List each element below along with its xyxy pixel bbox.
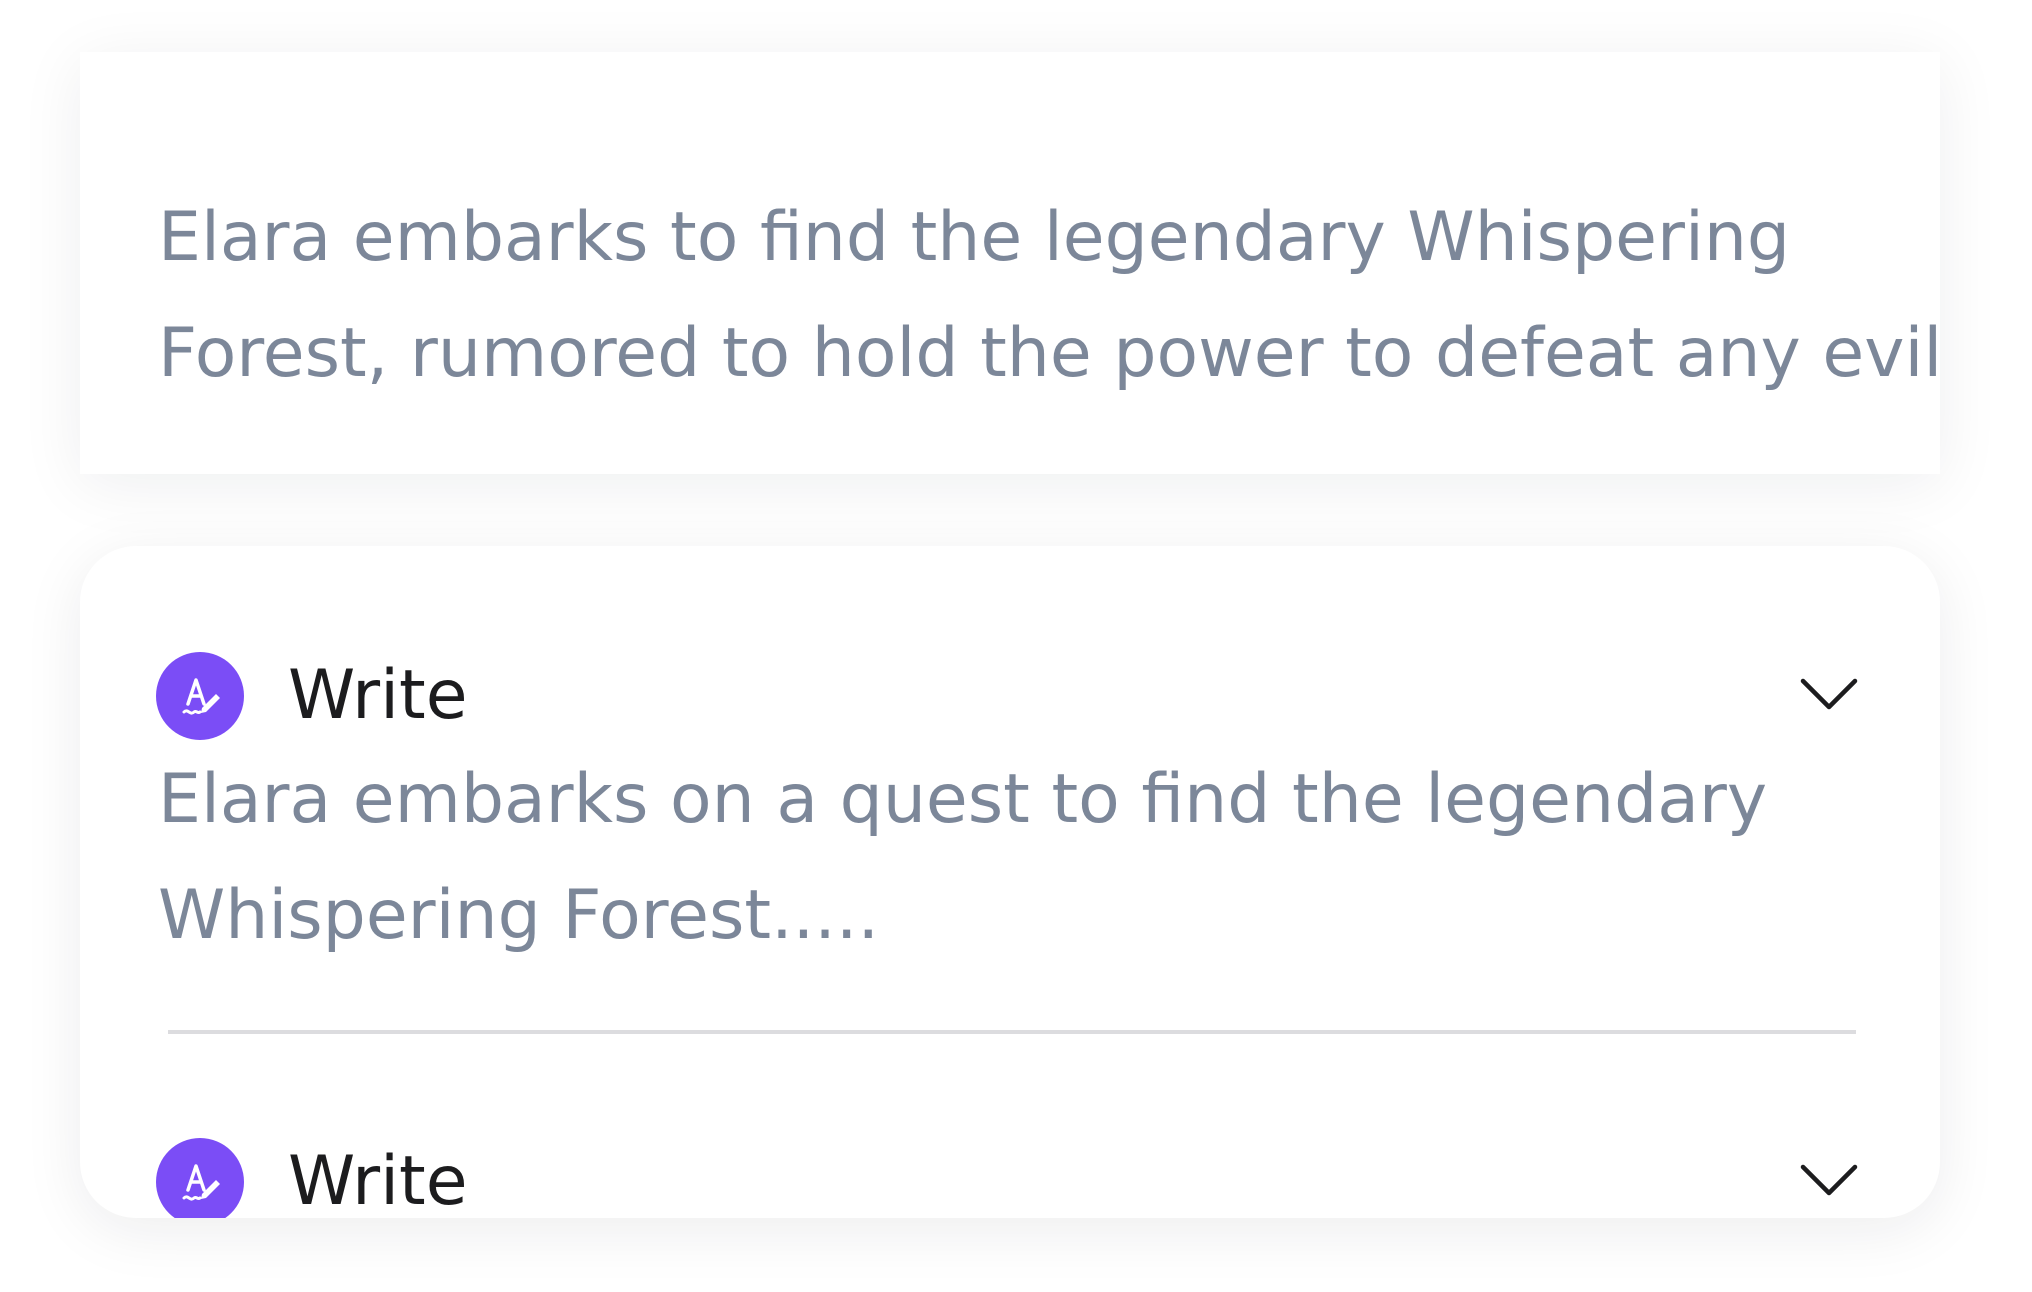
write-title: Write: [288, 1142, 468, 1218]
write-ai-icon: [156, 1138, 244, 1218]
story-text: Elara embarks to find the legendary Whis…: [158, 198, 1940, 393]
write-title: Write: [288, 656, 468, 735]
divider: [168, 1030, 1856, 1034]
write-row-header[interactable]: Write: [156, 1137, 1864, 1218]
write-ai-icon: [156, 652, 244, 740]
write-panel: Write Elara embarks on a quest to find t…: [80, 546, 1940, 1218]
chevron-down-icon[interactable]: [1794, 665, 1864, 725]
write-result-text: Elara embarks on a quest to find the leg…: [158, 760, 1768, 955]
stage: Elara embarks to find the legendary Whis…: [0, 0, 2032, 1292]
text-card: Elara embarks to find the legendary Whis…: [80, 52, 1940, 474]
write-row-header[interactable]: Write: [156, 651, 1864, 741]
chevron-down-icon[interactable]: [1794, 1151, 1864, 1211]
